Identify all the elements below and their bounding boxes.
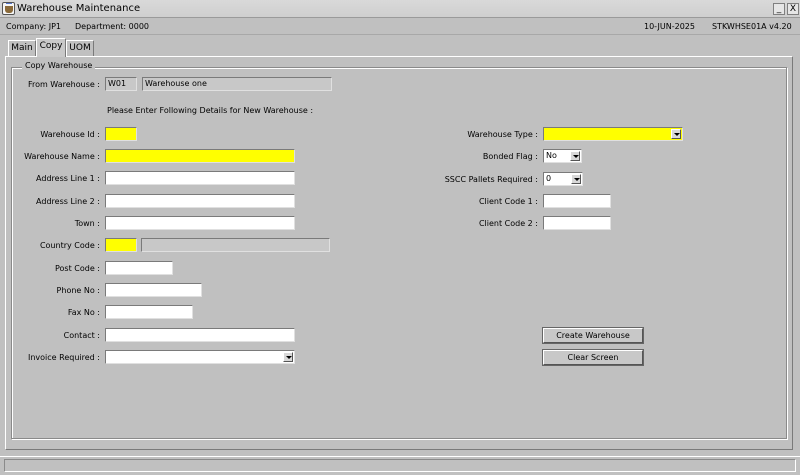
- minimize-button[interactable]: _: [773, 3, 785, 15]
- address-line-2-label: Address Line 2 :: [36, 197, 100, 206]
- contact-label: Contact :: [63, 331, 100, 340]
- country-code-input[interactable]: [105, 238, 137, 252]
- country-code-label: Country Code :: [39, 241, 100, 250]
- from-warehouse-label: From Warehouse :: [27, 80, 100, 89]
- from-warehouse-code: W01: [105, 77, 137, 91]
- company-label: Company: JP1: [6, 22, 61, 31]
- copy-warehouse-group: [11, 67, 787, 439]
- sscc-pallets-select[interactable]: 0: [543, 172, 583, 186]
- warehouse-id-label: Warehouse Id :: [40, 130, 100, 139]
- app-icon: [2, 2, 15, 15]
- sscc-pallets-value: 0: [546, 174, 552, 183]
- client-code-2-label: Client Code 2 :: [478, 219, 538, 228]
- phone-no-input[interactable]: [105, 283, 202, 297]
- contact-input[interactable]: [105, 328, 295, 342]
- warehouse-id-input[interactable]: [105, 127, 137, 141]
- close-button[interactable]: X: [787, 3, 799, 15]
- from-warehouse-name: Warehouse one: [142, 77, 332, 91]
- window-title: Warehouse Maintenance: [17, 3, 141, 14]
- client-code-2-input[interactable]: [543, 216, 611, 230]
- warehouse-name-label: Warehouse Name :: [24, 152, 100, 161]
- bonded-flag-label: Bonded Flag :: [482, 152, 538, 161]
- clear-screen-button[interactable]: Clear Screen: [543, 350, 643, 365]
- instruction-text: Please Enter Following Details for New W…: [107, 106, 314, 115]
- chevron-down-icon[interactable]: [570, 151, 580, 161]
- invoice-required-label: Invoice Required :: [28, 353, 100, 362]
- tab-copy[interactable]: Copy: [36, 38, 66, 57]
- date-label: 10-JUN-2025: [644, 22, 695, 31]
- client-code-1-label: Client Code 1 :: [478, 197, 538, 206]
- warehouse-name-input[interactable]: [105, 149, 295, 163]
- address-line-2-input[interactable]: [105, 194, 295, 208]
- program-version-label: STKWHSE01A v4.20: [712, 22, 792, 31]
- client-code-1-input[interactable]: [543, 194, 611, 208]
- town-input[interactable]: [105, 216, 295, 230]
- invoice-required-select[interactable]: [105, 350, 295, 364]
- group-title: Copy Warehouse: [22, 61, 96, 70]
- chevron-down-icon[interactable]: [571, 174, 581, 184]
- chevron-down-icon[interactable]: [283, 352, 293, 362]
- fax-no-input[interactable]: [105, 305, 193, 319]
- tab-main[interactable]: Main: [8, 40, 36, 56]
- bonded-flag-select[interactable]: No: [543, 149, 582, 163]
- warehouse-type-label: Warehouse Type :: [467, 130, 538, 139]
- create-warehouse-button[interactable]: Create Warehouse: [543, 328, 643, 343]
- fax-no-label: Fax No :: [67, 308, 100, 317]
- post-code-label: Post Code :: [55, 264, 100, 273]
- warehouse-type-select[interactable]: [543, 127, 683, 141]
- address-line-1-label: Address Line 1 :: [36, 174, 100, 183]
- phone-no-label: Phone No :: [56, 286, 100, 295]
- bonded-flag-value: No: [546, 151, 557, 160]
- country-description: [141, 238, 330, 252]
- sscc-pallets-label: SSCC Pallets Required :: [444, 175, 538, 184]
- town-label: Town :: [74, 219, 100, 228]
- status-bar-panel: [4, 459, 796, 472]
- address-line-1-input[interactable]: [105, 171, 295, 185]
- tab-uom[interactable]: UOM: [66, 40, 94, 56]
- department-label: Department: 0000: [75, 22, 150, 31]
- post-code-input[interactable]: [105, 261, 173, 275]
- chevron-down-icon[interactable]: [671, 129, 681, 139]
